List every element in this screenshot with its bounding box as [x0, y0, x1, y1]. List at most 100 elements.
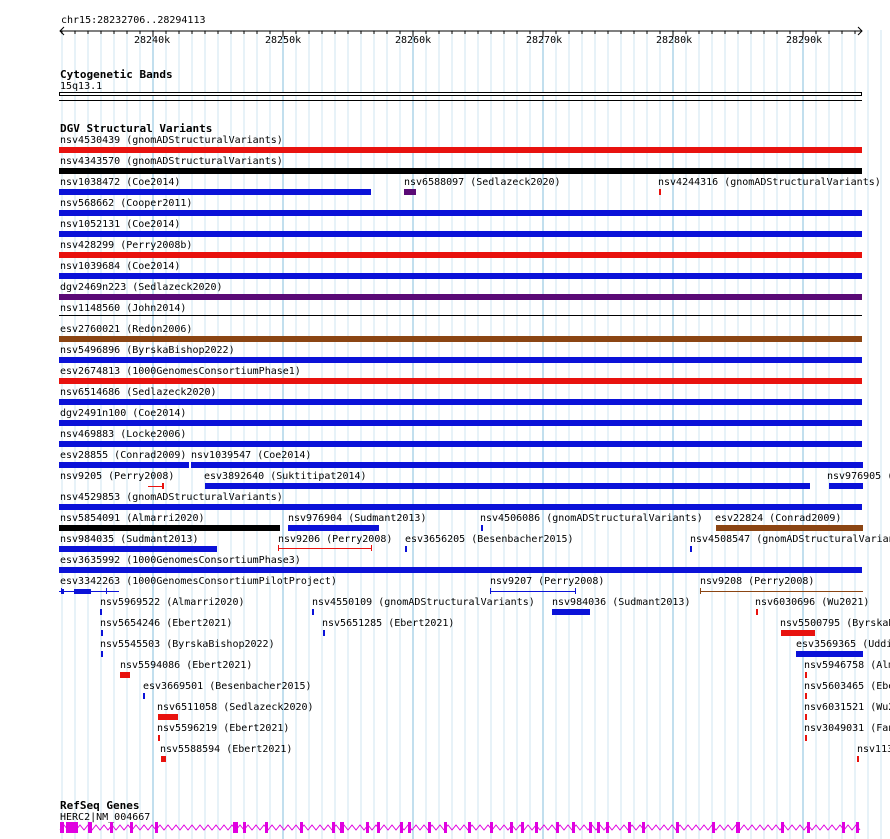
dgv-feature-label[interactable]: nsv1038472 (Coe2014)	[60, 177, 180, 188]
dgv-feature-label[interactable]: nsv4343570 (gnomADStructuralVariants)	[60, 156, 283, 167]
dgv-feature-label[interactable]: nsv976904 (Sudmant2013)	[288, 513, 426, 524]
dgv-feature-bar[interactable]	[59, 231, 862, 237]
dgv-feature-label[interactable]: nsv6514686 (Sedlazeck2020)	[60, 387, 217, 398]
dgv-feature-bar[interactable]	[59, 252, 862, 258]
dgv-feature-label[interactable]: nsv5596219 (Ebert2021)	[157, 723, 289, 734]
dgv-feature-bar[interactable]	[59, 399, 862, 405]
dgv-feature-bar[interactable]	[59, 357, 862, 363]
dgv-feature-bar[interactable]	[490, 591, 576, 592]
dgv-feature-bar[interactable]	[191, 462, 863, 468]
dgv-feature-label[interactable]: esv3635992 (1000GenomesConsortiumPhase3)	[60, 555, 301, 566]
dgv-feature-bar[interactable]	[805, 735, 807, 741]
refseq-track-title[interactable]: RefSeq Genes	[60, 799, 139, 812]
dgv-feature-bar[interactable]	[552, 609, 590, 615]
dgv-feature-label[interactable]: nsv3049031 (Fan	[804, 723, 890, 734]
dgv-feature-label[interactable]: esv2760021 (Redon2006)	[60, 324, 192, 335]
cytoband-track-title[interactable]: Cytogenetic Bands	[60, 68, 173, 81]
dgv-feature-label[interactable]: nsv6030696 (Wu2021)	[755, 597, 869, 608]
dgv-feature-label[interactable]: nsv5496896 (ByrskaBishop2022)	[60, 345, 235, 356]
dgv-feature-bar[interactable]	[158, 714, 178, 720]
dgv-feature-tick[interactable]	[278, 545, 279, 551]
dgv-feature-bar[interactable]	[404, 189, 416, 195]
dgv-feature-label[interactable]: nsv984036 (Sudmant2013)	[552, 597, 690, 608]
dgv-feature-label[interactable]: nsv4550109 (gnomADStructuralVariants)	[312, 597, 535, 608]
dgv-feature-label[interactable]: esv3656205 (Besenbacher2015)	[405, 534, 574, 545]
dgv-feature-label[interactable]: nsv5969522 (Almarri2020)	[100, 597, 245, 608]
dgv-feature-label[interactable]: nsv5651285 (Ebert2021)	[322, 618, 454, 629]
dgv-feature-label[interactable]: nsv4530439 (gnomADStructuralVariants)	[60, 135, 283, 146]
dgv-feature-label[interactable]: nsv6511058 (Sedlazeck2020)	[157, 702, 314, 713]
dgv-feature-bar[interactable]	[59, 273, 862, 279]
dgv-feature-label[interactable]: nsv984035 (Sudmant2013)	[60, 534, 198, 545]
dgv-feature-label[interactable]: nsv5545503 (ByrskaBishop2022)	[100, 639, 275, 650]
dgv-feature-bar[interactable]	[59, 147, 862, 153]
dgv-feature-bar[interactable]	[59, 168, 862, 174]
dgv-feature-connector[interactable]	[148, 486, 164, 487]
dgv-feature-label[interactable]: esv3342263 (1000GenomesConsortiumPilotPr…	[60, 576, 337, 587]
dgv-feature-bar[interactable]	[59, 462, 189, 468]
dgv-feature-label[interactable]: nsv5654246 (Ebert2021)	[100, 618, 232, 629]
dgv-feature-bar[interactable]	[59, 336, 862, 342]
dgv-feature-bar[interactable]	[59, 504, 862, 510]
dgv-feature-bar[interactable]	[716, 525, 863, 531]
dgv-feature-bar[interactable]	[101, 630, 103, 636]
dgv-feature-label[interactable]: nsv113	[857, 744, 890, 755]
dgv-feature-bar[interactable]	[700, 591, 863, 592]
dgv-feature-bar[interactable]	[312, 609, 314, 615]
dgv-feature-bar[interactable]	[288, 525, 379, 531]
dgv-feature-bar[interactable]	[796, 651, 863, 657]
dgv-feature-tick[interactable]	[490, 588, 491, 594]
dgv-feature-label[interactable]: nsv9208 (Perry2008)	[700, 576, 814, 587]
dgv-feature-bar[interactable]	[59, 189, 371, 195]
dgv-feature-label[interactable]: nsv6031521 (Wu2	[804, 702, 890, 713]
dgv-feature-bar[interactable]	[59, 525, 280, 531]
dgv-feature-block[interactable]	[74, 589, 91, 594]
dgv-feature-bar[interactable]	[659, 189, 661, 195]
dgv-feature-label[interactable]: nsv428299 (Perry2008b)	[60, 240, 192, 251]
dgv-feature-label[interactable]: nsv4529853 (gnomADStructuralVariants)	[60, 492, 283, 503]
dgv-feature-bar[interactable]	[143, 693, 145, 699]
dgv-feature-label[interactable]: dgv2491n100 (Coe2014)	[60, 408, 186, 419]
dgv-feature-label[interactable]: nsv6588097 (Sedlazeck2020)	[404, 177, 561, 188]
dgv-feature-bar[interactable]	[205, 483, 810, 489]
dgv-feature-label[interactable]: nsv1148560 (John2014)	[60, 303, 186, 314]
dgv-feature-label[interactable]: esv3892640 (Suktitipat2014)	[204, 471, 367, 482]
dgv-feature-bar[interactable]	[59, 315, 862, 316]
dgv-feature-bar[interactable]	[756, 609, 758, 615]
dgv-feature-label[interactable]: esv28855 (Conrad2009)	[60, 450, 186, 461]
dgv-feature-bar[interactable]	[59, 420, 862, 426]
dgv-feature-label[interactable]: nsv5603465 (Ebe	[804, 681, 890, 692]
dgv-feature-label[interactable]: nsv9205 (Perry2008)	[60, 471, 174, 482]
dgv-feature-bar[interactable]	[781, 630, 815, 636]
dgv-feature-bar[interactable]	[101, 651, 103, 657]
dgv-feature-label[interactable]: dgv2469n223 (Sedlazeck2020)	[60, 282, 223, 293]
dgv-feature-bar[interactable]	[59, 441, 862, 447]
dgv-feature-label[interactable]: nsv9206 (Perry2008)	[278, 534, 392, 545]
dgv-feature-tick[interactable]	[61, 588, 62, 594]
dgv-feature-label[interactable]: nsv1052131 (Coe2014)	[60, 219, 180, 230]
dgv-feature-bar[interactable]	[405, 546, 407, 552]
dgv-feature-label[interactable]: nsv4244316 (gnomADStructuralVariants)	[658, 177, 881, 188]
dgv-feature-bar[interactable]	[278, 548, 372, 549]
dgv-feature-bar[interactable]	[805, 693, 807, 699]
dgv-feature-label[interactable]: esv3569365 (Uddin	[796, 639, 890, 650]
dgv-feature-bar[interactable]	[59, 567, 862, 573]
dgv-feature-label[interactable]: nsv976905 (	[827, 471, 890, 482]
dgv-feature-bar[interactable]	[323, 630, 325, 636]
dgv-feature-bar[interactable]	[805, 672, 807, 678]
cytoband-bar[interactable]	[59, 92, 862, 96]
dgv-feature-tick[interactable]	[700, 588, 701, 594]
dgv-feature-label[interactable]: esv3669501 (Besenbacher2015)	[143, 681, 312, 692]
dgv-feature-label[interactable]: nsv9207 (Perry2008)	[490, 576, 604, 587]
dgv-feature-label[interactable]: nsv4508547 (gnomADStructuralVariants)	[690, 534, 890, 545]
dgv-feature-label[interactable]: nsv5854091 (Almarri2020)	[60, 513, 205, 524]
dgv-feature-label[interactable]: nsv568662 (Cooper2011)	[60, 198, 192, 209]
dgv-feature-tick[interactable]	[371, 545, 372, 551]
dgv-feature-bar[interactable]	[100, 609, 102, 615]
dgv-feature-bar[interactable]	[829, 483, 863, 489]
dgv-feature-bar[interactable]	[59, 294, 862, 300]
dgv-feature-label[interactable]: nsv5500795 (ByrskaB	[780, 618, 890, 629]
herc2-gene-model[interactable]	[0, 820, 890, 839]
dgv-feature-bar[interactable]	[59, 210, 862, 216]
dgv-feature-label[interactable]: esv22824 (Conrad2009)	[715, 513, 841, 524]
